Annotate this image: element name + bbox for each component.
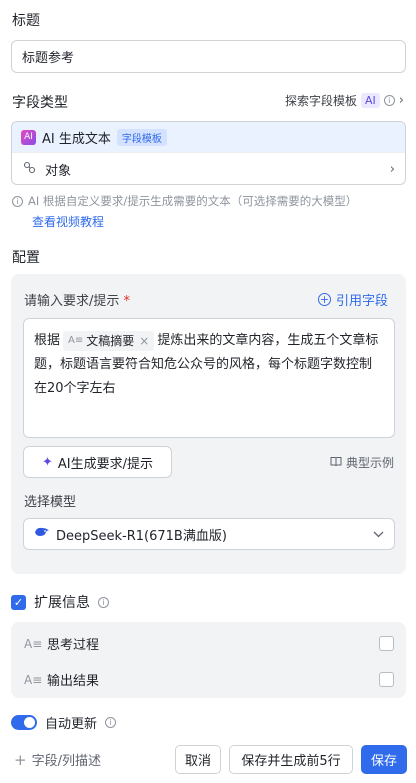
book-icon [330,456,342,470]
text-field-icon: A≡ [68,334,84,346]
template-chip: 字段模板 [116,128,167,146]
field-reference-tag[interactable]: A≡ 文稿摘要 × [63,329,155,353]
prompt-textarea[interactable]: 根据 A≡ 文稿摘要 × 提炼出来的文章内容，生成五个文章标题，标题语言要符合知危公众号… [23,318,395,438]
selected-field-type-label: AI 生成文本 [42,131,111,147]
prompt-label-text: 请输入要求/提示 [24,294,120,309]
title-input[interactable]: 标题参考 [11,40,406,73]
prompt-label: 请输入要求/提示 * [24,290,130,309]
info-icon: i [105,717,117,728]
field-type-hint: i AI 根据自定义要求/提示生成需要的文本（可选择需要的大模型） [12,193,357,209]
thinking-checkbox[interactable] [379,636,394,651]
object-option-label: 对象 [45,163,72,179]
ai-generate-prompt-button[interactable]: ✦ AI生成要求/提示 [23,446,172,478]
auto-update-toggle[interactable] [11,715,37,730]
object-icon [23,161,36,178]
selected-field-type[interactable]: AI AI 生成文本 字段模板 [12,122,405,152]
extension-item-label: 输出结果 [47,674,100,689]
plus-icon: + [14,750,27,769]
magic-wand-icon: ✦ [41,454,53,470]
typical-example-link[interactable]: 典型示例 [330,454,394,471]
extension-label: 扩展信息 [34,595,90,611]
info-icon: i [98,596,109,608]
prompt-text-before: 根据 [34,333,61,348]
config-label: 配置 [12,250,40,266]
typical-example-label: 典型示例 [345,456,394,470]
auto-update-row[interactable]: 自动更新 i [11,713,117,732]
text-field-icon: A≡ [24,636,43,651]
deepseek-logo-icon [34,526,50,542]
cite-field-label: 引用字段 [335,294,388,309]
model-select[interactable]: DeepSeek-R1(671B满血版) [23,518,395,550]
extension-checkbox[interactable]: ✓ [11,594,26,610]
field-tag-label: 文稿摘要 [86,333,135,348]
object-option[interactable]: 对象 › [12,152,405,184]
explore-templates-text: 探索字段模板 [285,94,358,108]
info-icon: i [383,95,395,106]
chevron-down-icon [373,527,384,542]
cancel-button[interactable]: 取消 [175,745,221,774]
extension-info-row[interactable]: ✓ 扩展信息 i [11,592,109,612]
explore-templates-link[interactable]: 探索字段模板 AI i › [285,92,404,109]
chevron-right-icon: › [398,93,404,108]
close-icon[interactable]: × [139,329,149,353]
title-input-value: 标题参考 [22,51,75,66]
cite-field-button[interactable]: + 引用字段 [317,290,388,309]
ai-chip: AI [361,93,380,108]
output-checkbox[interactable] [379,672,394,687]
field-type-label: 字段类型 [12,95,68,111]
video-tutorial-link[interactable]: 查看视频教程 [32,213,104,230]
chevron-right-icon: › [389,161,395,177]
add-field-description-button[interactable]: + 字段/列描述 [14,750,101,770]
add-field-description-label: 字段/列描述 [31,754,101,769]
ai-text-icon: AI [21,129,36,145]
extension-item-label: 思考过程 [47,638,100,653]
save-and-generate-button[interactable]: 保存并生成前5行 [229,745,353,774]
plus-circle-icon: + [317,293,331,306]
text-field-icon: A≡ [24,672,43,687]
required-mark: * [123,294,131,309]
ai-generate-prompt-label: AI生成要求/提示 [57,456,153,472]
extension-item-thinking[interactable]: A≡ 思考过程 [24,634,100,654]
title-label: 标题 [12,13,40,29]
save-button[interactable]: 保存 [361,745,407,774]
field-type-selector[interactable]: AI AI 生成文本 字段模板 对象 › [11,121,406,185]
model-select-value: DeepSeek-R1(671B满血版) [56,528,227,544]
model-label: 选择模型 [24,495,77,510]
hint-text: AI 根据自定义要求/提示生成需要的文本（可选择需要的大模型） [28,194,358,208]
info-icon: i [12,195,23,207]
extension-item-output[interactable]: A≡ 输出结果 [24,670,100,690]
auto-update-label: 自动更新 [45,717,98,732]
